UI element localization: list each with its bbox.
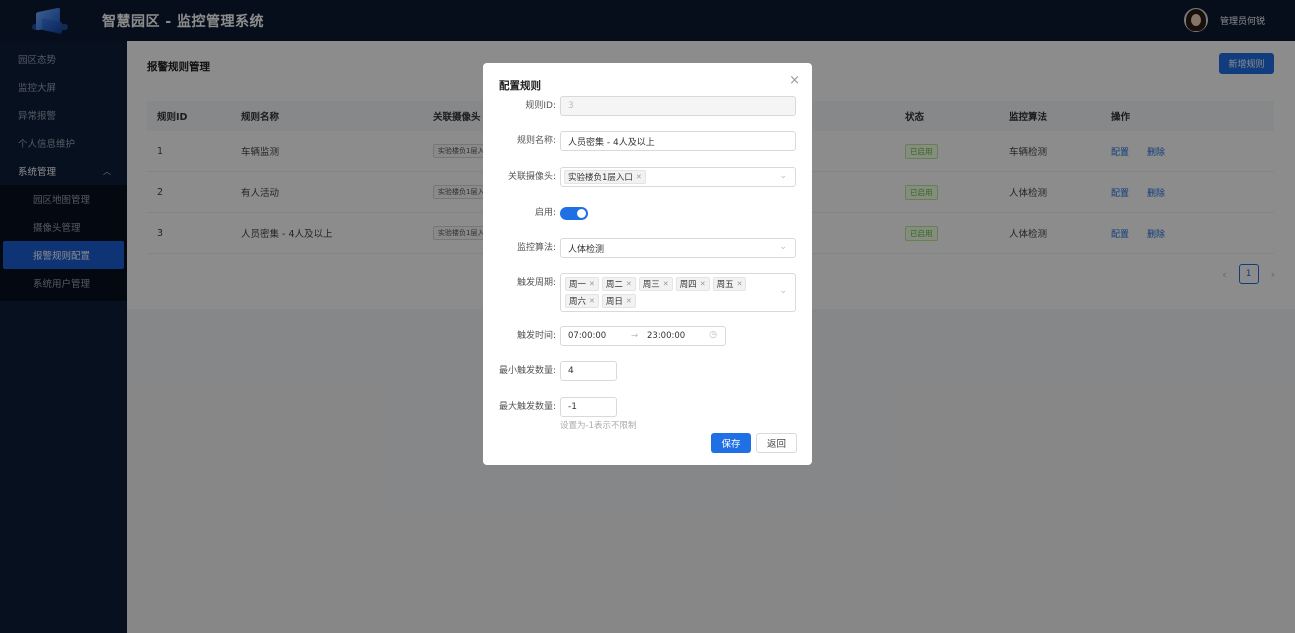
- camera-tag: 实验楼负1层入口 ✕: [564, 170, 646, 184]
- period-tag: 周三 ✕: [638, 277, 673, 291]
- field-max-count: 最大触发数量: -1: [483, 397, 812, 417]
- rule-id-label: 规则ID:: [525, 101, 556, 111]
- tag-label: 周二: [605, 280, 623, 290]
- chevron-down-icon: ⌄: [779, 171, 787, 181]
- rule-name-input[interactable]: 人员密集 - 4人及以上: [560, 131, 796, 151]
- period-tag: 周日 ✕: [601, 294, 636, 308]
- field-algorithm: 监控算法: 人体检测 ⌄: [483, 238, 812, 258]
- close-icon[interactable]: ✕: [663, 280, 669, 288]
- time-range-picker[interactable]: 07:00:00 → 23:00:00 ◷: [560, 326, 726, 346]
- close-icon[interactable]: ✕: [626, 280, 632, 288]
- period-multiselect[interactable]: 周一 ✕ 周二 ✕ 周三 ✕ 周四 ✕ 周五 ✕ 周六 ✕ 周日 ✕ ⌄: [560, 273, 796, 312]
- max-count-hint: 设置为-1表示不限制: [560, 421, 637, 431]
- save-button[interactable]: 保存: [711, 433, 751, 453]
- min-count-input[interactable]: 4: [560, 361, 617, 381]
- time-end-input[interactable]: 23:00:00: [645, 331, 705, 341]
- period-label: 触发周期:: [516, 278, 556, 288]
- back-button[interactable]: 返回: [756, 433, 797, 453]
- rule-name-label: 规则名称:: [516, 136, 556, 146]
- config-rule-dialog: 配置规则 × 规则ID: 3 规则名称: 人员密集 - 4人及以上 关联摄像头:…: [483, 63, 812, 465]
- field-period: 触发周期: 周一 ✕ 周二 ✕ 周三 ✕ 周四 ✕ 周五 ✕ 周六 ✕ 周日 ✕ ⌄: [483, 273, 812, 312]
- period-tag: 周一 ✕: [565, 277, 599, 291]
- time-label: 触发时间:: [516, 331, 556, 341]
- close-icon[interactable]: ×: [789, 73, 800, 88]
- tag-label: 周五: [716, 280, 734, 290]
- close-icon[interactable]: ✕: [636, 173, 642, 181]
- camera-select[interactable]: 实验楼负1层入口 ✕ ⌄: [560, 167, 796, 187]
- close-icon[interactable]: ✕: [589, 280, 595, 288]
- close-icon[interactable]: ✕: [589, 297, 595, 305]
- algorithm-label: 监控算法:: [516, 243, 556, 253]
- period-tag: 周五 ✕: [712, 277, 747, 291]
- arrow-right-icon: →: [631, 331, 639, 341]
- camera-label: 关联摄像头:: [507, 172, 556, 182]
- max-count-input[interactable]: -1: [560, 397, 617, 417]
- enabled-toggle[interactable]: [560, 207, 588, 220]
- dialog-title: 配置规则: [499, 80, 541, 92]
- chevron-down-icon: ⌄: [779, 242, 787, 252]
- field-rule-name: 规则名称: 人员密集 - 4人及以上: [483, 131, 812, 151]
- clock-icon: ◷: [709, 330, 717, 340]
- time-start-input[interactable]: 07:00:00: [561, 331, 631, 341]
- min-count-label: 最小触发数量:: [498, 366, 556, 376]
- tag-label: 周三: [642, 280, 660, 290]
- field-rule-id: 规则ID: 3: [483, 96, 812, 116]
- tag-label: 周六: [569, 297, 587, 307]
- field-enabled: 启用:: [483, 203, 812, 223]
- max-count-label: 最大触发数量:: [498, 402, 556, 412]
- chevron-down-icon: ⌄: [779, 286, 787, 296]
- tag-label: 实验楼负1层入口: [568, 173, 633, 183]
- field-camera: 关联摄像头: 实验楼负1层入口 ✕ ⌄: [483, 167, 812, 187]
- tag-label: 周一: [569, 280, 587, 290]
- field-min-count: 最小触发数量: 4: [483, 361, 812, 381]
- tag-label: 周四: [679, 280, 697, 290]
- period-tag: 周六 ✕: [565, 294, 599, 308]
- close-icon[interactable]: ✕: [626, 297, 632, 305]
- tag-label: 周日: [605, 297, 623, 307]
- period-tag: 周四 ✕: [675, 277, 710, 291]
- algorithm-value: 人体检测: [568, 244, 605, 255]
- enabled-label: 启用:: [534, 208, 556, 218]
- close-icon[interactable]: ✕: [737, 280, 743, 288]
- period-tag: 周二 ✕: [601, 277, 636, 291]
- algorithm-select[interactable]: 人体检测 ⌄: [560, 238, 796, 258]
- field-time: 触发时间: 07:00:00 → 23:00:00 ◷: [483, 326, 812, 346]
- close-icon[interactable]: ✕: [700, 280, 706, 288]
- rule-id-input: 3: [560, 96, 796, 116]
